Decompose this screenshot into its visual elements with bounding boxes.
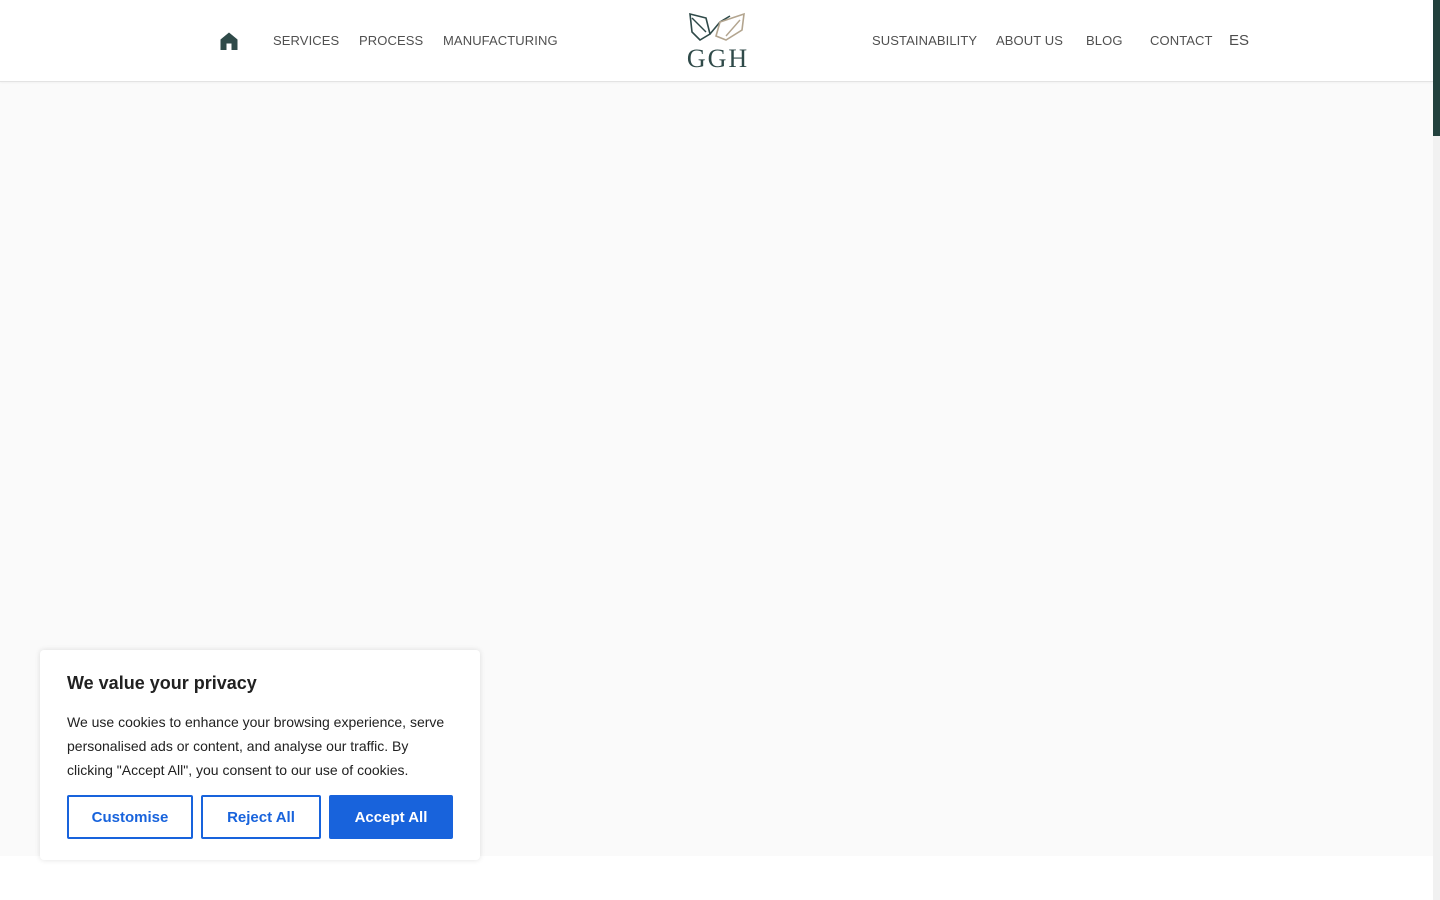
home-link[interactable] — [219, 31, 239, 51]
leaf-logo-icon — [689, 12, 745, 42]
scrollbar-thumb[interactable] — [1433, 0, 1440, 136]
reject-all-button[interactable]: Reject All — [201, 795, 321, 839]
cookie-title: We value your privacy — [67, 673, 257, 693]
site-logo[interactable]: GGH — [686, 12, 750, 72]
logo-wordmark: GGH — [686, 44, 750, 73]
nav-services[interactable]: SERVICES — [273, 33, 339, 49]
cookie-button-row: Customise Reject All Accept All — [67, 795, 453, 839]
nav-process[interactable]: PROCESS — [359, 33, 423, 49]
accept-all-button[interactable]: Accept All — [329, 795, 453, 839]
scrollbar[interactable] — [1433, 0, 1440, 900]
customise-button[interactable]: Customise — [67, 795, 193, 839]
language-switch[interactable]: ES — [1229, 32, 1249, 50]
page: SERVICES PROCESS MANUFACTURING GGH SUSTA… — [0, 0, 1440, 900]
nav-contact[interactable]: CONTACT — [1150, 33, 1213, 49]
cookie-banner: We value your privacy We use cookies to … — [40, 650, 480, 860]
nav-about-us[interactable]: ABOUT US — [996, 33, 1063, 49]
cookie-description: We use cookies to enhance your browsing … — [67, 714, 445, 778]
nav-sustainability[interactable]: SUSTAINABILITY — [872, 33, 977, 49]
home-icon — [220, 32, 238, 50]
site-header: SERVICES PROCESS MANUFACTURING GGH SUSTA… — [0, 0, 1433, 82]
nav-manufacturing[interactable]: MANUFACTURING — [443, 33, 558, 49]
nav-blog[interactable]: BLOG — [1086, 33, 1123, 49]
